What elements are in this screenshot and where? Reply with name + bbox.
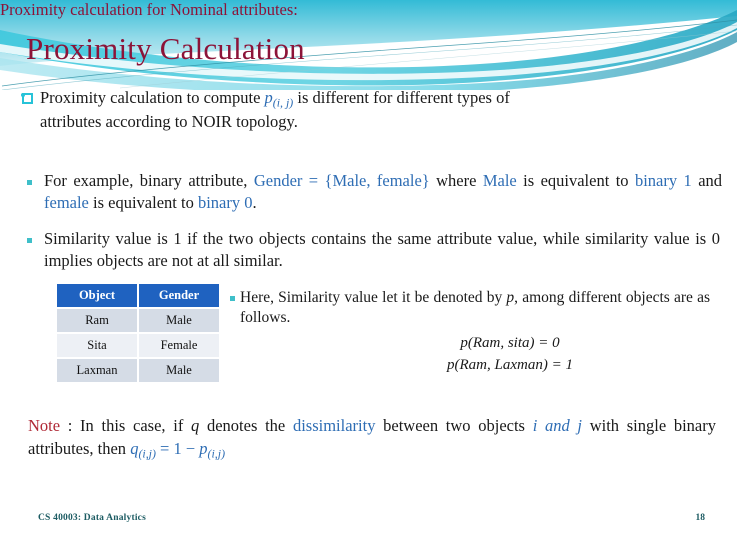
note-q-formula: q(i,j) = 1 − p(i,j) bbox=[130, 438, 226, 461]
example-gender-set: Gender = {Male, female} bbox=[253, 171, 430, 190]
table-row: Sita Female bbox=[57, 334, 219, 357]
table-cell-object: Laxman bbox=[57, 359, 137, 382]
intro-line2: attributes according to NOIR topology. bbox=[40, 112, 298, 132]
nominal-heading: Proximity calculation for Nominal attrib… bbox=[0, 0, 298, 19]
note-seg3: denotes the bbox=[199, 416, 293, 435]
intro-paragraph: Proximity calculation to compute p(i, j)… bbox=[40, 87, 722, 133]
example-line2-seg1: equivalent to bbox=[540, 171, 635, 190]
example-seg5: is bbox=[516, 171, 535, 190]
dot-bullet-icon-here bbox=[230, 296, 235, 301]
table-column-gender: Gender bbox=[139, 284, 219, 307]
dot-bullet-icon-similarity bbox=[27, 238, 32, 243]
equation-ram-sita: p(Ram, sita) = 0 bbox=[460, 335, 560, 351]
example-seg1: For example, binary attribute, bbox=[44, 171, 254, 190]
square-bullet-icon bbox=[21, 93, 33, 104]
intro-text-before: Proximity calculation to compute bbox=[40, 88, 265, 107]
example-line2-seg5: is equivalent to bbox=[88, 192, 198, 212]
table-cell-gender: Female bbox=[139, 334, 219, 357]
example-female: female bbox=[44, 192, 89, 212]
table-cell-object: Sita bbox=[57, 334, 137, 357]
example-paragraph: For example, binary attribute, Gender = … bbox=[44, 170, 722, 214]
equation-ram-laxman: p(Ram, Laxman) = 1 bbox=[447, 356, 573, 373]
here-seg1: Here, Similarity value let it be denoted… bbox=[240, 289, 507, 306]
table-row: Laxman Male bbox=[57, 359, 219, 382]
note-i-and-j: i and j bbox=[532, 416, 582, 435]
here-seg3: , among bbox=[514, 289, 565, 306]
slide-content: Proximity calculation to compute p(i, j)… bbox=[0, 0, 737, 540]
here-p-symbol: p bbox=[506, 289, 515, 306]
note-seg1: : In this case, if bbox=[60, 416, 192, 435]
footer-page-number: 18 bbox=[695, 513, 706, 523]
note-label: Note bbox=[28, 416, 61, 435]
table-header-row: Object Gender bbox=[57, 284, 219, 307]
here-paragraph: Here, Similarity value let it be denoted… bbox=[240, 288, 710, 328]
table-column-object: Object bbox=[57, 284, 137, 307]
example-male: Male bbox=[482, 171, 517, 190]
equations-block: p(Ram, sita) = 0 p(Ram, Laxman) = 1 bbox=[345, 333, 675, 377]
example-seg3: where bbox=[429, 171, 483, 190]
p-ij-formula: p(i, j) bbox=[264, 88, 294, 110]
table-cell-gender: Male bbox=[139, 309, 219, 332]
dot-bullet-icon-example bbox=[27, 180, 32, 185]
example-binary-1: binary 1 bbox=[634, 171, 692, 190]
note-seg5: between two objects bbox=[375, 416, 533, 435]
example-binary-0: binary 0 bbox=[197, 192, 253, 212]
table-cell-gender: Male bbox=[139, 359, 219, 382]
note-seg7: with bbox=[582, 416, 620, 435]
note-paragraph: Note : In this case, if q denotes the di… bbox=[28, 415, 716, 461]
note-dissimilarity: dissimilarity bbox=[292, 416, 376, 435]
table-row: Ram Male bbox=[57, 309, 219, 332]
table-cell-object: Ram bbox=[57, 309, 137, 332]
similarity-paragraph: Similarity value is 1 if the two objects… bbox=[44, 228, 720, 272]
similarity-line1: Similarity value is 1 if the two objects… bbox=[44, 229, 580, 248]
example-line2-seg3: and bbox=[691, 171, 723, 190]
gender-table: Object Gender Ram Male Sita Female Laxma… bbox=[55, 282, 221, 384]
footer-course-label: CS 40003: Data Analytics bbox=[38, 513, 146, 523]
intro-text-after: is different for different types of bbox=[293, 88, 510, 107]
example-line2-seg7: . bbox=[252, 192, 257, 212]
